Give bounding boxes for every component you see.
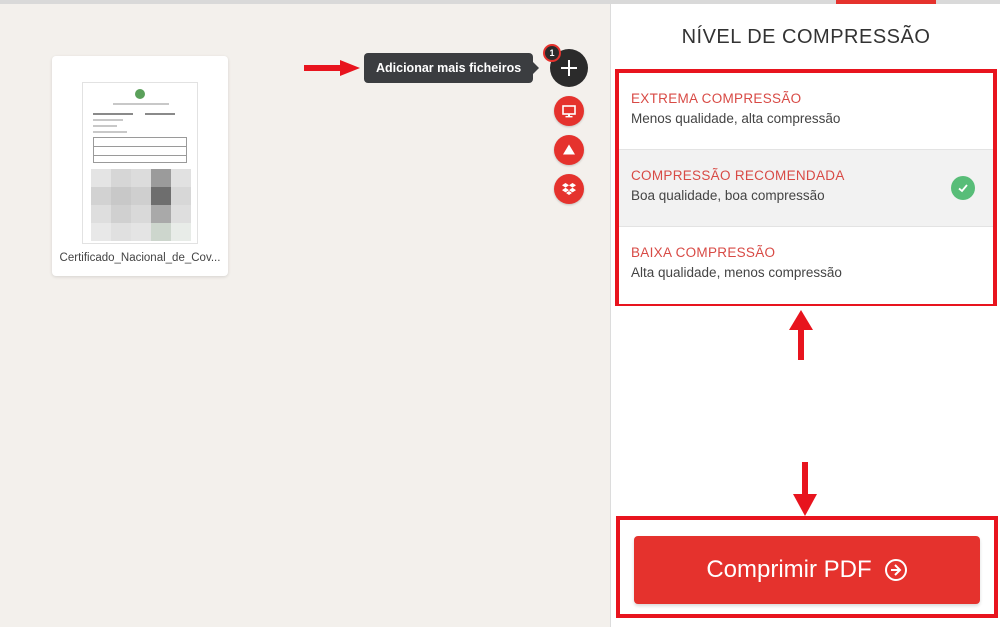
thumb-line bbox=[93, 113, 133, 115]
dropbox-icon bbox=[562, 183, 576, 195]
source-dropbox-button[interactable] bbox=[554, 174, 584, 204]
plus-icon bbox=[561, 60, 577, 76]
option-extreme-compression[interactable]: EXTREMA COMPRESSÃO Menos qualidade, alta… bbox=[619, 73, 993, 150]
option-title: COMPRESSÃO RECOMENDADA bbox=[631, 168, 845, 183]
file-workspace: Certificado_Nacional_de_Cov... Adicionar… bbox=[0, 4, 610, 627]
option-description: Boa qualidade, boa compressão bbox=[631, 188, 825, 203]
thumb-line bbox=[93, 119, 123, 121]
thumb-line bbox=[145, 113, 175, 115]
annotation-arrow-up bbox=[789, 310, 813, 360]
option-recommended-compression[interactable]: COMPRESSÃO RECOMENDADA Boa qualidade, bo… bbox=[619, 150, 993, 227]
compression-options-highlight: EXTREMA COMPRESSÃO Menos qualidade, alta… bbox=[615, 69, 997, 306]
emblem-icon bbox=[135, 89, 145, 99]
option-title: BAIXA COMPRESSÃO bbox=[631, 245, 776, 260]
source-google-drive-button[interactable] bbox=[554, 135, 584, 165]
thumb-line bbox=[93, 125, 117, 127]
file-count-badge: 1 bbox=[543, 44, 561, 62]
compression-sidebar: NÍVEL DE COMPRESSÃO EXTREMA COMPRESSÃO M… bbox=[610, 4, 1000, 627]
file-card[interactable]: Certificado_Nacional_de_Cov... bbox=[52, 56, 228, 276]
compress-pdf-label: Comprimir PDF bbox=[706, 556, 872, 583]
option-description: Menos qualidade, alta compressão bbox=[631, 111, 841, 126]
annotation-arrow-down bbox=[793, 462, 817, 516]
add-files-tooltip: Adicionar mais ficheiros bbox=[364, 53, 540, 83]
option-description: Alta qualidade, menos compressão bbox=[631, 265, 842, 280]
check-icon bbox=[951, 176, 975, 200]
sidebar-title: NÍVEL DE COMPRESSÃO bbox=[681, 26, 931, 48]
thumb-line bbox=[93, 131, 127, 133]
annotation-arrow-right bbox=[304, 60, 360, 76]
blurred-region bbox=[91, 169, 191, 241]
pdf-thumbnail bbox=[82, 82, 198, 244]
thumb-table bbox=[93, 137, 187, 163]
arrow-right-circle-icon bbox=[884, 559, 907, 581]
computer-icon bbox=[562, 105, 576, 118]
option-title: EXTREMA COMPRESSÃO bbox=[631, 91, 802, 106]
option-low-compression[interactable]: BAIXA COMPRESSÃO Alta qualidade, menos c… bbox=[619, 227, 993, 304]
thumb-line bbox=[113, 103, 169, 105]
google-drive-icon bbox=[563, 144, 575, 155]
compress-pdf-button[interactable]: Comprimir PDF bbox=[634, 536, 980, 604]
compress-button-highlight: Comprimir PDF bbox=[616, 516, 998, 618]
file-name: Certificado_Nacional_de_Cov... bbox=[59, 252, 221, 264]
source-computer-button[interactable] bbox=[554, 96, 584, 126]
